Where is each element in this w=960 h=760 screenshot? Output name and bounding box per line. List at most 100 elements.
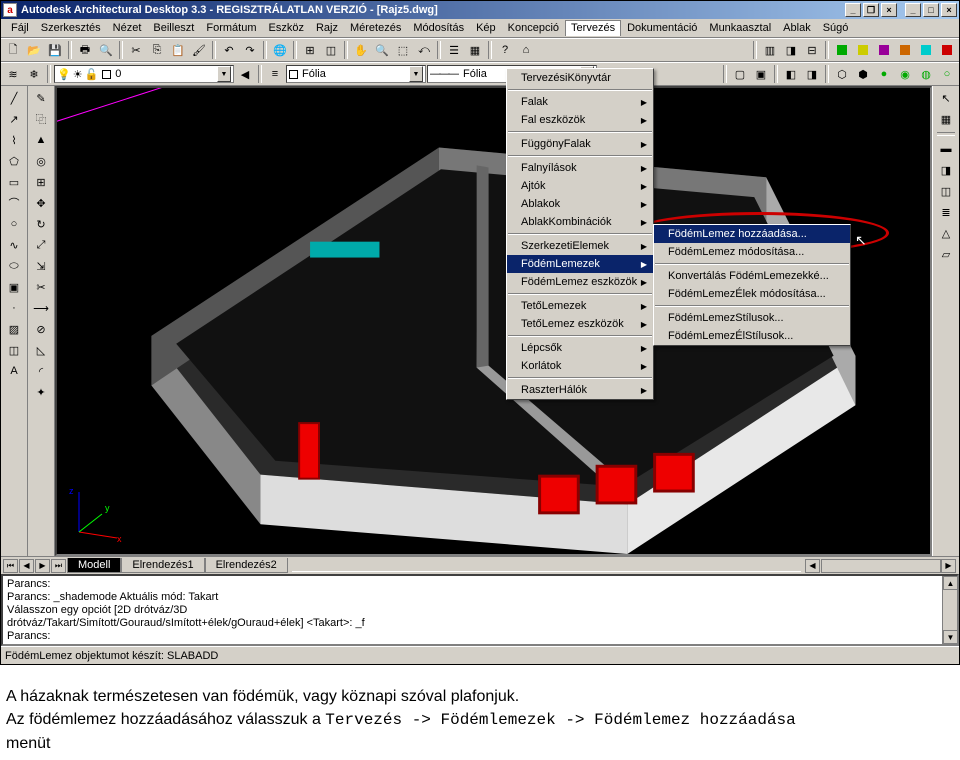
view-front-icon[interactable]: ▣: [751, 64, 771, 84]
hyperlink-icon[interactable]: 🌐: [270, 40, 290, 60]
chamfer-icon[interactable]: ◺: [31, 340, 51, 360]
orange-cube-icon[interactable]: [895, 40, 915, 60]
zoom-rt-icon[interactable]: 🔍: [372, 40, 392, 60]
redo-icon[interactable]: ↷: [240, 40, 260, 60]
menu-item[interactable]: TetőLemezek▶: [507, 297, 653, 315]
menu-item[interactable]: TervezésiKönyvtár: [507, 69, 653, 87]
minimize-sub-button[interactable]: _: [845, 3, 861, 17]
menu-item[interactable]: Lépcsők▶: [507, 339, 653, 357]
shade-flat-icon[interactable]: ●: [874, 64, 894, 84]
array-icon[interactable]: ⊞: [31, 172, 51, 192]
line-icon[interactable]: ╱: [4, 88, 24, 108]
cut-icon[interactable]: ✂: [126, 40, 146, 60]
minimize-button[interactable]: _: [905, 3, 921, 17]
menu-window[interactable]: Ablak: [777, 20, 817, 36]
tab-last-icon[interactable]: ⏭: [51, 559, 66, 573]
shade-g3-icon[interactable]: ○: [937, 64, 957, 84]
erase-icon[interactable]: ✎: [31, 88, 51, 108]
scroll-up-icon[interactable]: ▲: [943, 576, 958, 590]
properties-icon[interactable]: ☰: [444, 40, 464, 60]
scale-icon[interactable]: ⤢: [31, 235, 51, 255]
fillet-icon[interactable]: ◜: [31, 361, 51, 381]
copy-icon[interactable]: ⎘: [147, 40, 167, 60]
dbconnect-icon[interactable]: ▦: [465, 40, 485, 60]
menu-item[interactable]: Falnyílások▶: [507, 159, 653, 177]
menu-item[interactable]: Falak▶: [507, 93, 653, 111]
group-icon[interactable]: ▦: [936, 109, 956, 129]
wall-icon[interactable]: ▬: [936, 139, 956, 159]
menu-item[interactable]: Korlátok▶: [507, 357, 653, 375]
slab-icon[interactable]: ▱: [936, 244, 956, 264]
menu-item[interactable]: FüggönyFalak▶: [507, 135, 653, 153]
help-icon[interactable]: ?: [495, 40, 515, 60]
menu-item[interactable]: Ajtók▶: [507, 177, 653, 195]
layer-prev-icon[interactable]: ◀: [235, 64, 255, 84]
chevron-down-icon[interactable]: ▼: [409, 66, 423, 82]
xline-icon[interactable]: ↗: [4, 109, 24, 129]
menu-item[interactable]: RaszterHálók▶: [507, 381, 653, 399]
door-icon[interactable]: ◨: [936, 160, 956, 180]
color-combo[interactable]: Fólia ▼: [286, 65, 426, 83]
today-icon[interactable]: ⌂: [516, 40, 536, 60]
undo-icon[interactable]: ↶: [219, 40, 239, 60]
new-icon[interactable]: 🗋: [3, 40, 23, 60]
shade-g2-icon[interactable]: ◍: [916, 64, 936, 84]
menu-design[interactable]: Tervezés: [565, 20, 621, 36]
shade-hidden-icon[interactable]: ⬢: [853, 64, 873, 84]
iso-se-icon[interactable]: ◨: [802, 64, 822, 84]
osnap-icon[interactable]: ⊞: [300, 40, 320, 60]
menu-item[interactable]: FödémLemezStílusok...: [654, 309, 850, 327]
linetype-icon[interactable]: ≡: [265, 64, 285, 84]
open-icon[interactable]: 📂: [24, 40, 44, 60]
close-button[interactable]: ×: [941, 3, 957, 17]
select-icon[interactable]: ↖: [936, 88, 956, 108]
view-top-icon[interactable]: ▢: [730, 64, 750, 84]
extend-icon[interactable]: ⟶: [31, 298, 51, 318]
hscroll-left-icon[interactable]: ◀: [805, 559, 820, 573]
menu-item[interactable]: TetőLemez eszközök▶: [507, 315, 653, 333]
model-views-icon[interactable]: ▥: [760, 40, 780, 60]
rotate-icon[interactable]: ↻: [31, 214, 51, 234]
hscrollbar[interactable]: [821, 559, 941, 573]
vscrollbar[interactable]: ▲ ▼: [942, 576, 957, 644]
copy2-icon[interactable]: ⿻: [31, 109, 51, 129]
arc-icon[interactable]: ⌒: [4, 193, 24, 213]
paste-icon[interactable]: 📋: [168, 40, 188, 60]
menu-view[interactable]: Nézet: [107, 20, 148, 36]
zoom-win-icon[interactable]: ⬚: [393, 40, 413, 60]
layer-views-icon[interactable]: ◨: [781, 40, 801, 60]
3d-viewport[interactable]: z y x TervezésiKönyvtár Falak▶ Fal eszkö…: [55, 86, 932, 556]
circle-icon[interactable]: ○: [4, 214, 24, 234]
menu-item[interactable]: SzerkezetiElemek▶: [507, 237, 653, 255]
region-icon[interactable]: ◫: [4, 340, 24, 360]
tab-first-icon[interactable]: ⏮: [3, 559, 18, 573]
block-icon[interactable]: ▣: [4, 277, 24, 297]
menu-dimension[interactable]: Méretezés: [344, 20, 407, 36]
menu-format[interactable]: Formátum: [200, 20, 262, 36]
polygon-icon[interactable]: ⬠: [4, 151, 24, 171]
command-window[interactable]: Parancs: Parancs: _shademode Aktuális mó…: [1, 574, 959, 646]
menu-item[interactable]: Fal eszközök▶: [507, 111, 653, 129]
pline-icon[interactable]: ⌇: [4, 130, 24, 150]
menu-item[interactable]: Konvertálás FödémLemezekké...: [654, 267, 850, 285]
menu-item-slabs[interactable]: FödémLemezek▶: [507, 255, 653, 273]
menu-item-add-slab[interactable]: FödémLemez hozzáadása...: [654, 225, 850, 243]
menu-modify[interactable]: Módosítás: [407, 20, 470, 36]
break-icon[interactable]: ⊘: [31, 319, 51, 339]
iso-sw-icon[interactable]: ◧: [781, 64, 801, 84]
menu-item[interactable]: FödémLemezÉlStílusok...: [654, 327, 850, 345]
ellipse-icon[interactable]: ⬭: [4, 256, 24, 276]
preview-icon[interactable]: 🔍: [96, 40, 116, 60]
red-cube-icon[interactable]: [937, 40, 957, 60]
menu-doc[interactable]: Dokumentáció: [621, 20, 703, 36]
tab-layout1[interactable]: Elrendezés1: [121, 558, 204, 573]
purple-cube-icon[interactable]: [874, 40, 894, 60]
mirror-icon[interactable]: ▲: [31, 130, 51, 150]
yellow-cube-icon[interactable]: [853, 40, 873, 60]
text-icon[interactable]: A: [4, 361, 24, 381]
maximize-button[interactable]: □: [923, 3, 939, 17]
menu-edit[interactable]: Szerkesztés: [35, 20, 107, 36]
hatch-icon[interactable]: ▨: [4, 319, 24, 339]
cyan-cube-icon[interactable]: [916, 40, 936, 60]
menu-item[interactable]: AblakKombinációk▶: [507, 213, 653, 231]
